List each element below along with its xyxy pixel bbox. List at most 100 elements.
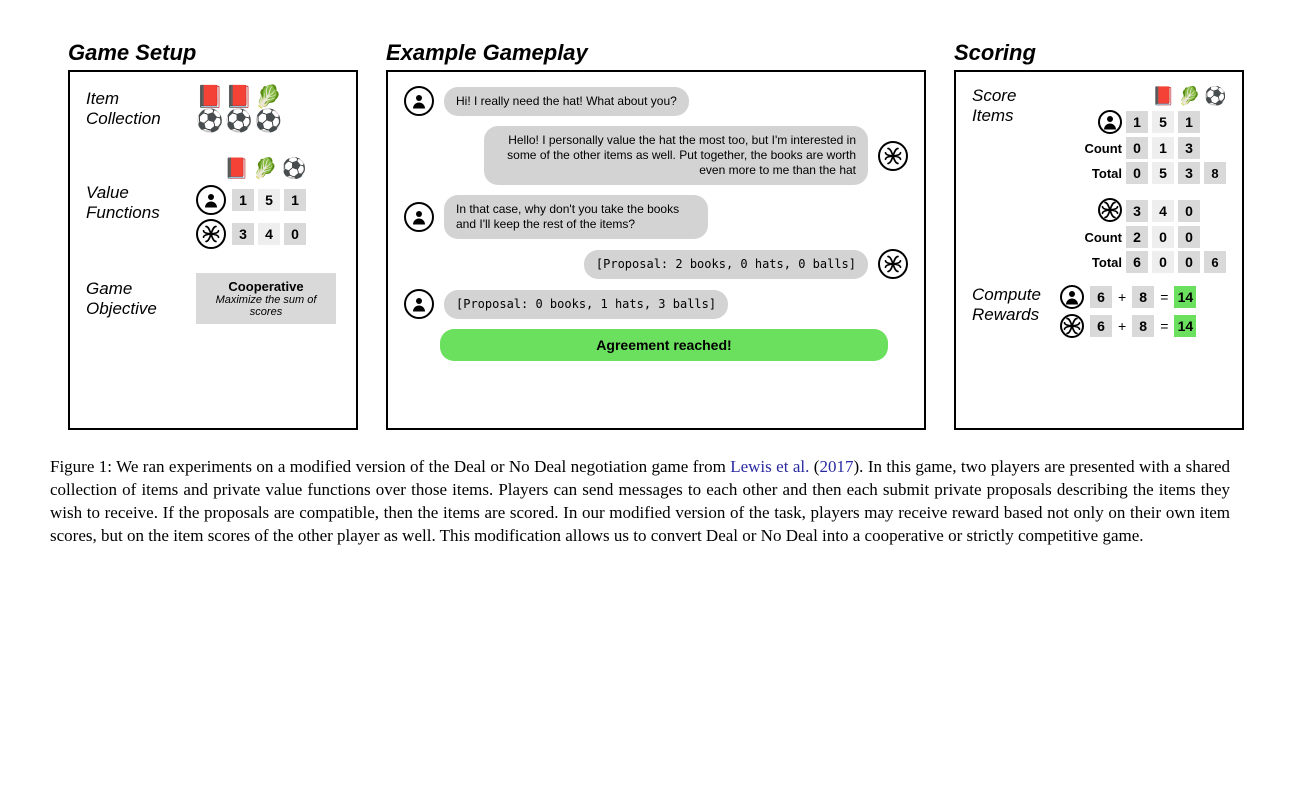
ai-icon [1060, 314, 1084, 338]
value-functions-table: 📕 🥬 ⚽ 1 5 1 [196, 156, 307, 249]
vf-cell: 0 [284, 223, 306, 245]
score-tables: 📕 🥬 ⚽ 1 5 1 Count [1060, 86, 1226, 273]
chat-bubble: In that case, why don't you take the boo… [444, 195, 708, 239]
score-header: 📕 🥬 ⚽ [1152, 86, 1226, 107]
human-icon [196, 185, 226, 215]
chat-bubble: Hello! I personally value the hat the mo… [484, 126, 868, 185]
vf-header-icon: ⚽ [282, 156, 307, 181]
score-cell: 1 [1178, 111, 1200, 133]
panel-title-setup: Game Setup [68, 40, 358, 66]
score-header-icon: 🥬 [1178, 86, 1200, 107]
msg-row-human: Hi! I really need the hat! What about yo… [404, 86, 908, 116]
objective-title: Cooperative [206, 279, 326, 294]
score-cell: 0 [1126, 137, 1148, 159]
human-icon [404, 86, 434, 116]
vf-cell: 5 [258, 189, 280, 211]
score-cell: 0 [1152, 226, 1174, 248]
msg-row-ai: Hello! I personally value the hat the mo… [404, 126, 908, 185]
score-table-human: 📕 🥬 ⚽ 1 5 1 Count [1060, 86, 1226, 184]
ai-icon [878, 249, 908, 279]
agreement-banner: Agreement reached! [440, 329, 888, 361]
panel-setup-wrap: Game Setup Item Collection 📕 📕 🥬 ⚽ ⚽ ⚽ [68, 40, 358, 430]
label-score-items: Score Items [972, 86, 1048, 273]
citation-year-link[interactable]: 2017 [819, 457, 853, 476]
vf-row-ai: 3 4 0 [196, 219, 307, 249]
scoring-block-items: Score Items 📕 🥬 ⚽ 1 5 1 [972, 86, 1226, 273]
ai-icon [196, 219, 226, 249]
vf-header-icon: 🥬 [253, 156, 278, 181]
panel-setup: Item Collection 📕 📕 🥬 ⚽ ⚽ ⚽ Value Functi [68, 70, 358, 430]
proposal-bubble: [Proposal: 2 books, 0 hats, 0 balls] [584, 250, 868, 279]
msg-row-human-proposal: [Proposal: 0 books, 1 hats, 3 balls] [404, 289, 908, 319]
score-cell: 5 [1152, 111, 1174, 133]
ai-icon [1098, 198, 1122, 222]
score-cell: 3 [1126, 200, 1148, 222]
score-cell: 0 [1178, 251, 1200, 273]
plus-sign: + [1118, 289, 1126, 305]
panel-scoring: Score Items 📕 🥬 ⚽ 1 5 1 [954, 70, 1244, 430]
score-row-values: 1 5 1 [1098, 110, 1226, 134]
panel-title-gameplay: Example Gameplay [386, 40, 926, 66]
label-value-functions: Value Functions [86, 183, 196, 222]
item-icon: 🥬 [255, 86, 282, 108]
label-compute-rewards: Compute Rewards [972, 285, 1048, 338]
vf-cell: 4 [258, 223, 280, 245]
ai-icon [878, 141, 908, 171]
caption-text: ). [853, 457, 867, 476]
label-item-collection: Item Collection [86, 89, 196, 128]
panel-gameplay: Hi! I really need the hat! What about yo… [386, 70, 926, 430]
plus-sign: + [1118, 318, 1126, 334]
human-icon [404, 202, 434, 232]
panel-scoring-wrap: Scoring Score Items 📕 🥬 ⚽ 1 [954, 40, 1244, 430]
vf-cell: 1 [232, 189, 254, 211]
human-icon [404, 289, 434, 319]
reward-cell: 8 [1132, 286, 1154, 308]
score-cell: 3 [1178, 162, 1200, 184]
reward-cell: 6 [1090, 286, 1112, 308]
chat-log: Hi! I really need the hat! What about yo… [404, 86, 908, 361]
total-label: Total [1072, 255, 1122, 270]
vf-cell: 1 [284, 189, 306, 211]
msg-row-ai-proposal: [Proposal: 2 books, 0 hats, 0 balls] [404, 249, 908, 279]
item-icon: 📕 [196, 86, 223, 108]
item-row-1: 📕 📕 🥬 [196, 86, 282, 108]
reward-cell: 6 [1090, 315, 1112, 337]
count-label: Count [1072, 230, 1122, 245]
reward-row-ai: 6 + 8 = 14 [1060, 314, 1196, 338]
score-sum: 6 [1204, 251, 1226, 273]
vf-row-human: 1 5 1 [196, 185, 307, 215]
score-header-icon: ⚽ [1204, 86, 1226, 107]
total-label: Total [1072, 166, 1122, 181]
human-icon [1060, 285, 1084, 309]
item-icon: 📕 [225, 86, 252, 108]
score-cell: 4 [1152, 200, 1174, 222]
item-icon: ⚽ [255, 110, 282, 132]
item-row-2: ⚽ ⚽ ⚽ [196, 110, 282, 132]
item-icon: ⚽ [225, 110, 252, 132]
objective-subtitle: Maximize the sum of scores [206, 294, 326, 318]
score-cell: 1 [1152, 137, 1174, 159]
reward-row-human: 6 + 8 = 14 [1060, 285, 1196, 309]
citation-link[interactable]: Lewis et al. [730, 457, 809, 476]
reward-result: 14 [1174, 315, 1196, 337]
objective-box: Cooperative Maximize the sum of scores [196, 273, 336, 324]
label-game-objective: Game Objective [86, 279, 196, 318]
figure-row: Game Setup Item Collection 📕 📕 🥬 ⚽ ⚽ ⚽ [50, 40, 1262, 430]
score-table-ai: 3 4 0 Count 2 0 0 To [1060, 198, 1226, 273]
score-cell: 2 [1126, 226, 1148, 248]
rewards-list: 6 + 8 = 14 6 + 8 = 14 [1060, 285, 1196, 338]
score-header-icon: 📕 [1152, 86, 1174, 107]
score-cell: 0 [1152, 251, 1174, 273]
equals-sign: = [1160, 318, 1168, 334]
count-label: Count [1072, 141, 1122, 156]
scoring-block-rewards: Compute Rewards 6 + 8 = 14 6 + 8 [972, 285, 1226, 338]
panel-title-scoring: Scoring [954, 40, 1244, 66]
vf-cell: 3 [232, 223, 254, 245]
row-game-objective: Game Objective Cooperative Maximize the … [86, 273, 340, 324]
vf-header-icon: 📕 [224, 156, 249, 181]
score-cell: 1 [1126, 111, 1148, 133]
score-row-total: Total 6 0 0 6 [1072, 251, 1226, 273]
score-cell: 5 [1152, 162, 1174, 184]
figure-caption: Figure 1: We ran experiments on a modifi… [50, 456, 1230, 548]
score-row-values: 3 4 0 [1098, 198, 1226, 223]
